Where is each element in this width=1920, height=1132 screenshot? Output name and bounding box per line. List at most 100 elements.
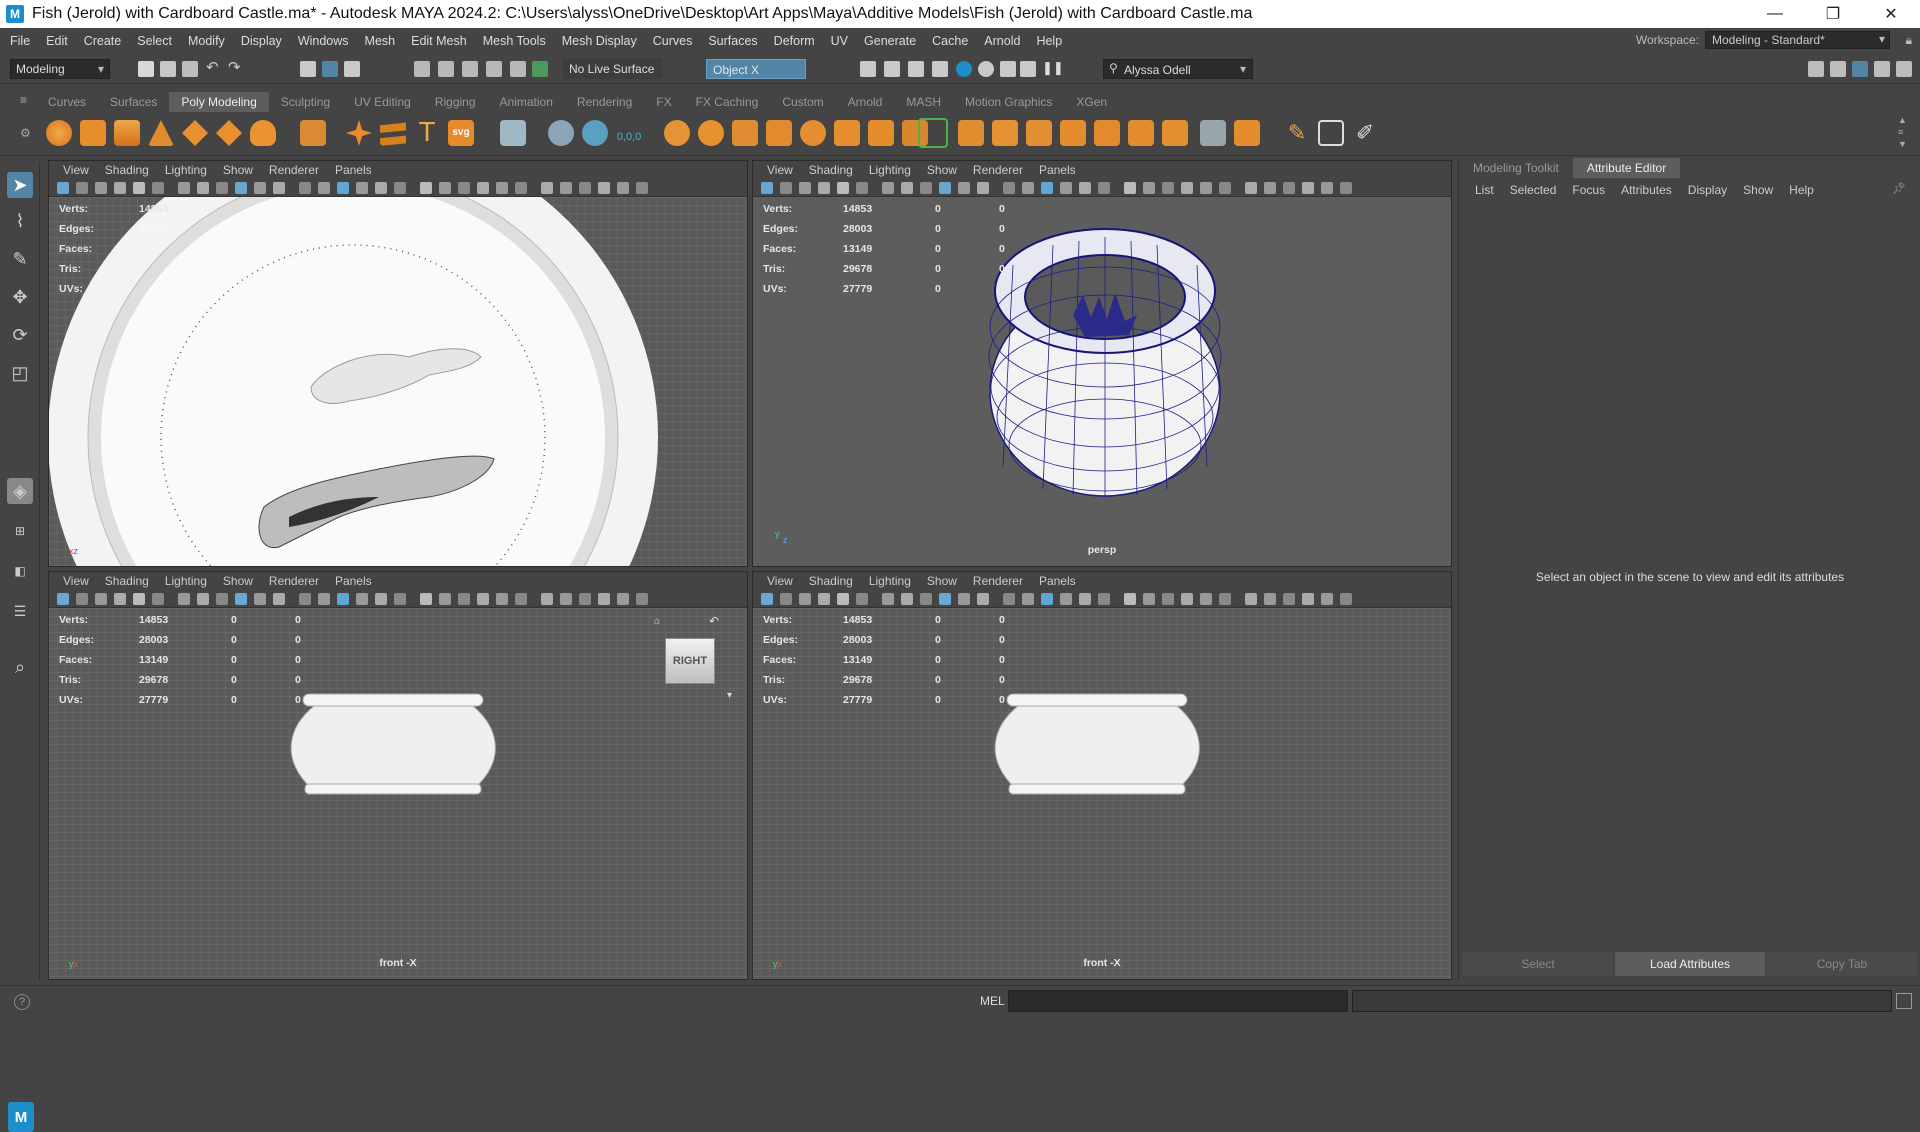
panel-tool-icon[interactable] [1098,182,1110,194]
snap-grid-icon[interactable] [414,61,430,77]
menu-surfaces[interactable]: Surfaces [700,34,765,48]
panel-tool-icon[interactable] [515,593,527,605]
panel-tool-icon[interactable] [920,593,932,605]
viewport-bottom-right[interactable]: View Shading Lighting Show Renderer Pane… [752,571,1452,980]
panel-tool-icon[interactable] [958,182,970,194]
panel-tool-icon[interactable] [1264,593,1276,605]
panel-tool-icon[interactable] [1245,182,1257,194]
mel-label[interactable]: MEL [980,994,1005,1008]
panel-tool-icon[interactable] [254,593,266,605]
select-object-icon[interactable] [322,61,338,77]
arnold-render-icon[interactable] [956,61,972,77]
shelf-tab-sculpting[interactable]: Sculpting [269,92,342,112]
user-account-dropdown[interactable]: Alyssa Odell [1103,59,1253,79]
panel-tool-icon[interactable] [636,182,648,194]
menu-mesh-tools[interactable]: Mesh Tools [475,34,554,48]
panel-tool-icon[interactable] [761,182,773,194]
panel-tool-icon[interactable] [76,593,88,605]
shelf-scroll-icon[interactable]: ▲ ≡ ▼ [1898,114,1907,150]
snap-surface-icon[interactable] [510,61,526,77]
snap-vertex-icon[interactable] [532,61,548,77]
panel-tool-icon[interactable] [1162,182,1174,194]
panel-tool-icon[interactable] [394,593,406,605]
panel-tool-icon[interactable] [636,593,648,605]
bridge-icon[interactable] [868,120,894,146]
snap-view-icon[interactable] [486,61,502,77]
lasso-tool-icon[interactable]: ⌇ [7,208,33,234]
panel-tool-icon[interactable] [837,593,849,605]
viewport-canvas[interactable]: Verts: 14853 0 0 Edges: 28003 0 0 Faces: 13149 0 0 T… [49,608,747,979]
shelf-tab-xgen[interactable]: XGen [1064,92,1119,112]
vp-menu-show[interactable]: Show [919,574,965,588]
panel-tool-icon[interactable] [57,593,69,605]
panel-tool-icon[interactable] [901,593,913,605]
svg-tool-icon[interactable]: svg [448,120,474,146]
viewport-persp[interactable]: View Shading Lighting Show Renderer Pane… [752,160,1452,567]
panel-tool-icon[interactable] [76,182,88,194]
sidebar-toggle-4-icon[interactable] [1874,61,1890,77]
panel-tool-icon[interactable] [439,593,451,605]
shelf-menu-icon[interactable]: ≡ [20,93,27,107]
vp-menu-lighting[interactable]: Lighting [157,163,215,177]
append-polygon-icon[interactable] [918,118,948,148]
copy-tab-button[interactable]: Copy Tab [1767,952,1917,976]
panel-tool-icon[interactable] [560,593,572,605]
vp-menu-renderer[interactable]: Renderer [965,574,1031,588]
save-scene-icon[interactable] [182,61,198,77]
sculpt-brush-icon[interactable]: ✎ [1284,120,1310,146]
undo-icon[interactable]: ↶ [206,60,222,77]
menu-modify[interactable]: Modify [180,34,233,48]
poly-cube-icon[interactable] [80,120,106,146]
panel-tool-icon[interactable] [1060,593,1072,605]
menu-set-dropdown[interactable]: Modeling [10,59,110,79]
panel-tool-icon[interactable] [1079,593,1091,605]
panel-tool-icon[interactable] [780,593,792,605]
panel-tool-icon[interactable] [1181,593,1193,605]
command-input[interactable] [1008,990,1348,1012]
panel-tool-icon[interactable] [216,182,228,194]
select-tool-icon[interactable]: ➤ [7,172,33,198]
panel-tool-icon[interactable] [299,182,311,194]
smooth-icon[interactable] [732,120,758,146]
outliner-icon[interactable]: ☰ [7,598,33,624]
panel-tool-icon[interactable] [977,182,989,194]
viewport-top-left[interactable]: View Shading Lighting Show Renderer Pane… [48,160,748,567]
ae-menu-focus[interactable]: Focus [1564,183,1613,197]
panel-tool-icon[interactable] [856,593,868,605]
panel-tool-icon[interactable] [1022,593,1034,605]
render-frame-icon[interactable] [884,61,900,77]
menu-file[interactable]: File [2,34,38,48]
ar-settings-icon[interactable] [1020,61,1036,77]
panel-tool-icon[interactable] [57,182,69,194]
menu-create[interactable]: Create [76,34,130,48]
shelf-tab-custom[interactable]: Custom [770,92,835,112]
vp-menu-renderer[interactable]: Renderer [261,163,327,177]
panel-tool-icon[interactable] [882,182,894,194]
pin-icon[interactable]: 📌︎ [1892,182,1906,195]
panel-tool-icon[interactable] [1041,593,1053,605]
panel-tool-icon[interactable] [273,182,285,194]
poly-cylinder-icon[interactable] [114,120,140,146]
panel-tool-icon[interactable] [458,593,470,605]
viewport-bottom-left[interactable]: View Shading Lighting Show Renderer Pane… [48,571,748,980]
panel-tool-icon[interactable] [617,182,629,194]
shelf-tab-mash[interactable]: MASH [894,92,953,112]
viewport-canvas[interactable]: Verts: 14853 0 0 Edges: 28003 0 0 Faces: 13149 0 0 T… [753,608,1451,979]
poly-plane-icon[interactable] [216,120,242,146]
panel-tool-icon[interactable] [579,593,591,605]
panel-tool-icon[interactable] [761,593,773,605]
restore-button[interactable]: ❐ [1804,0,1862,28]
single-perspective-layout-icon[interactable]: ◈ [7,478,33,504]
menu-display[interactable]: Display [233,34,290,48]
panel-tool-icon[interactable] [856,182,868,194]
panel-tool-icon[interactable] [579,182,591,194]
sidebar-toggle-1-icon[interactable] [1808,61,1824,77]
menu-edit-mesh[interactable]: Edit Mesh [403,34,475,48]
paint-tool-icon[interactable]: ✐ [1352,120,1378,146]
vp-menu-view[interactable]: View [759,574,801,588]
shelf-tab-rendering[interactable]: Rendering [565,92,644,112]
live-surface-field[interactable]: No Live Surface [563,59,663,79]
shelf-tab-curves[interactable]: Curves [36,92,98,112]
shelf-tab-animation[interactable]: Animation [488,92,565,112]
vp-menu-renderer[interactable]: Renderer [261,574,327,588]
